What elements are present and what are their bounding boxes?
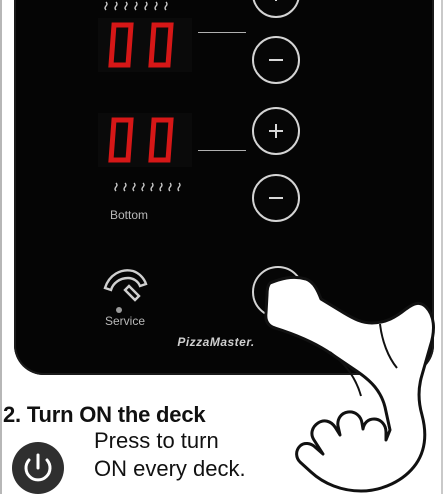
instruction-line-2: ON every deck. — [94, 456, 246, 481]
minus-icon — [269, 59, 283, 61]
service-label: Service — [105, 314, 146, 328]
upper-plus-button[interactable] — [252, 0, 300, 18]
upper-temperature-display: 00 — [98, 18, 192, 72]
bottom-label: Bottom — [110, 208, 149, 222]
upper-connector-line — [198, 32, 246, 33]
power-button-illustration — [9, 439, 67, 497]
power-icon — [12, 442, 64, 494]
lower-digit-display-icon — [108, 117, 174, 163]
instruction-title: 2. Turn ON the deck — [3, 402, 206, 427]
lower-plus-button[interactable] — [252, 107, 300, 155]
heating-waves-icon — [104, 1, 168, 11]
lower-temperature-display: 00 — [98, 113, 192, 167]
heating-waves-icon — [114, 182, 181, 192]
plus-icon — [269, 124, 283, 138]
upper-minus-button[interactable] — [252, 36, 300, 84]
instruction-line-1: Press to turn — [94, 428, 219, 453]
brand-name: PizzaMaster. — [177, 335, 255, 349]
phone-icon — [103, 269, 148, 302]
lower-minus-button[interactable] — [252, 174, 300, 222]
upper-digit-display-icon — [108, 22, 174, 68]
lower-connector-line — [198, 150, 246, 151]
left-border — [0, 0, 2, 494]
plus-icon — [275, 0, 277, 1]
instruction-text: Press to turn ON every deck. — [94, 427, 334, 483]
minus-icon — [269, 197, 283, 199]
service-indicator-dot — [116, 307, 122, 313]
